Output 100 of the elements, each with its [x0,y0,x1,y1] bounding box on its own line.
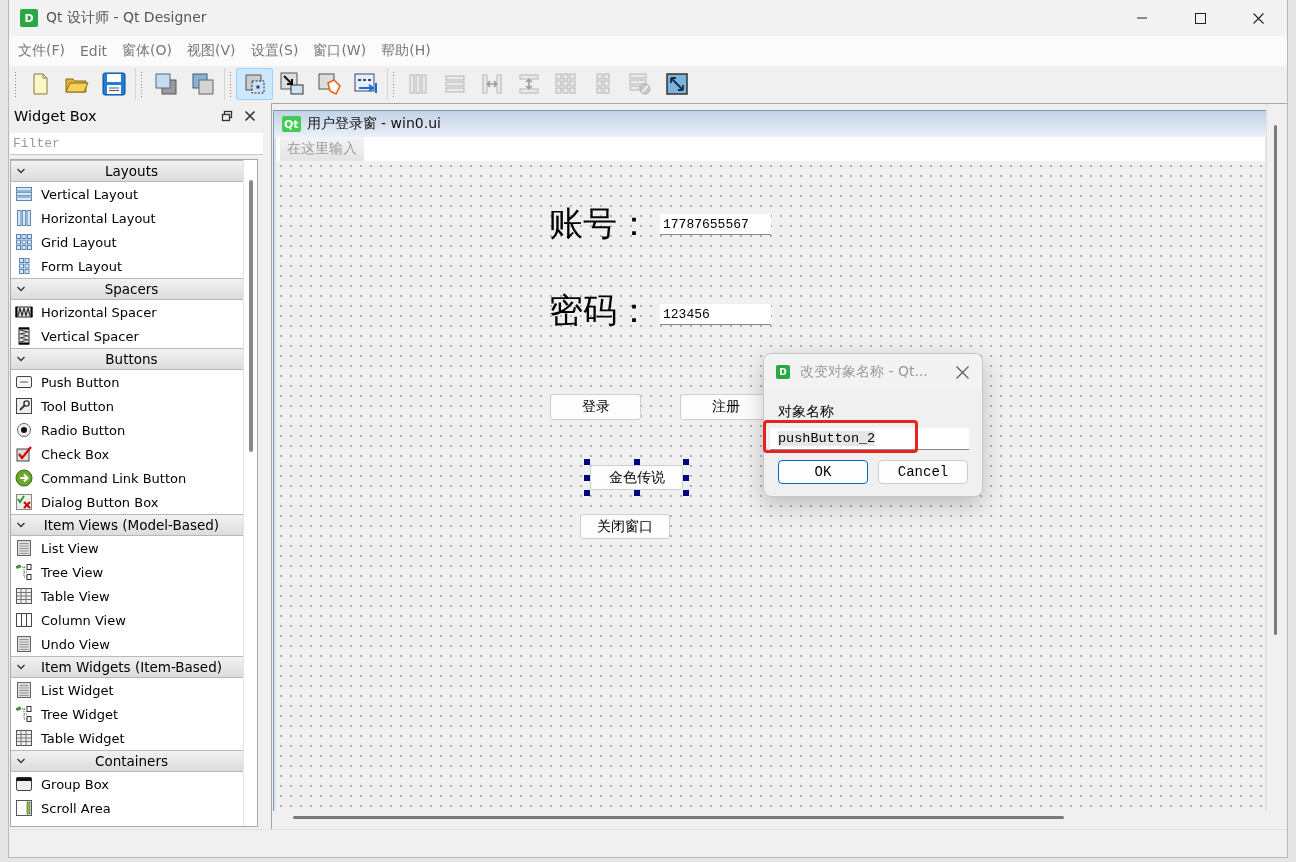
menu-item[interactable]: 文件(F) [11,39,72,63]
widget-list-item[interactable]: Tree View [11,560,243,584]
category-header[interactable]: Item Views (Model-Based) [11,514,243,536]
arrow-circle-icon [15,469,33,487]
overlapping-squares-icon [189,71,216,97]
selection-handle[interactable] [633,459,640,465]
field-label: 对象名称 [778,402,835,420]
menu-item[interactable]: 设置(S) [243,39,306,63]
widget-list-item[interactable]: Table Widget [11,726,243,750]
window-title: Qt 设计师 - Qt Designer [46,9,208,27]
radio-button-icon [15,421,33,439]
list-icon [15,681,33,699]
filter-field[interactable]: Filter [10,133,263,155]
app-logo: D [20,9,38,27]
vertical-spring-icon [15,327,33,345]
chevron-down-icon[interactable] [16,520,26,530]
tree-icon [15,705,33,723]
widget-list-item[interactable]: Group Box [11,772,243,796]
category-header[interactable]: Buttons [11,348,243,370]
ok-button[interactable]: OK [778,460,868,484]
close-icon[interactable] [955,365,969,379]
push-button[interactable]: 关闭窗口 [580,514,670,539]
widget-list-item[interactable]: Command Link Button [11,466,243,490]
list-icon [15,635,33,653]
push-button[interactable]: 金色传说 [590,465,683,490]
widget-list-item[interactable]: Tool Button [11,394,243,418]
scrollbar-thumb[interactable] [1274,125,1277,635]
toolbar-handle[interactable] [229,71,232,97]
columns-icon [15,209,33,227]
widget-list-item[interactable]: Radio Button [11,418,243,442]
widget-list-item[interactable]: Grid Layout [11,230,243,254]
selection-handle[interactable] [584,474,590,481]
chevron-down-icon[interactable] [16,284,26,294]
form-window-title: 用户登录窗 - win0.ui [306,115,441,133]
spring-icon [15,303,33,321]
toolbar-handle[interactable] [140,71,143,97]
scroll-area-icon [15,799,33,817]
grid-icon [15,233,33,251]
toolbar-handle[interactable] [14,71,17,97]
scrollbar-thumb[interactable] [293,816,1064,819]
widget-list-item[interactable]: Scroll Area [11,796,243,820]
line-edit-field[interactable]: 17787655567 [660,214,771,235]
menu-item[interactable]: 视图(V) [180,39,243,63]
group-box-icon [15,775,33,793]
menu-item[interactable]: Edit [73,40,115,62]
object-name-field[interactable]: pushButton_2 [770,428,969,450]
category-header[interactable]: Containers [11,750,243,772]
widget-list-item[interactable]: Vertical Layout [11,182,243,206]
menu-item[interactable]: 窗体(O) [115,39,180,63]
category-header[interactable]: Layouts [11,160,243,182]
widget-list-item[interactable]: Push Button [11,370,243,394]
selection-handle[interactable] [683,474,689,481]
widget-list-item[interactable]: List Widget [11,678,243,702]
rows-with-circle-icon [626,71,653,97]
panel-title: Widget Box [14,108,98,124]
form-label: 密码： [549,289,652,332]
form-label: 账号： [549,202,652,245]
line-edit-field[interactable]: 123456 [660,304,771,325]
selection-handle[interactable] [683,459,689,465]
chevron-down-icon[interactable] [16,662,26,672]
cancel-button[interactable]: Cancel [878,460,968,484]
selection-handle[interactable] [584,490,590,496]
category-header[interactable]: Item Widgets (Item-Based) [11,656,243,678]
push-button[interactable]: 登录 [550,394,641,420]
widget-list-item[interactable]: Undo View [11,632,243,656]
checkbox-icon [15,445,33,463]
widget-list-item[interactable]: Dialog Button Box [11,490,243,514]
widget-list-item[interactable]: Table View [11,584,243,608]
check-and-cross-icon [15,493,33,511]
grid-icon [552,71,579,97]
widget-list-item[interactable]: Tree Widget [11,702,243,726]
category-header[interactable]: Spacers [11,278,243,300]
scrollbar-thumb[interactable] [249,180,253,452]
widget-list-item[interactable]: Check Box [11,442,243,466]
widget-list-item[interactable]: Horizontal Spacer [11,300,243,324]
table-icon [15,729,33,747]
selection-handle[interactable] [683,490,689,496]
close-icon[interactable] [1252,12,1264,24]
menu-item[interactable]: 帮助(H) [374,39,438,63]
selection-handle[interactable] [633,490,640,496]
widget-list-item[interactable]: Column View [11,608,243,632]
maximize-icon[interactable] [1194,12,1206,24]
close-icon[interactable] [244,110,256,122]
table-icon [15,587,33,605]
stacked-rows-icon [15,185,33,203]
widget-list-item[interactable]: List View [11,536,243,560]
menu-item[interactable]: 窗口(W) [306,39,374,63]
overlapping-squares-icon [152,71,179,97]
widget-list-item[interactable]: Form Layout [11,254,243,278]
button-icon [15,373,33,391]
chevron-down-icon[interactable] [16,354,26,364]
widget-list-item[interactable]: Horizontal Layout [11,206,243,230]
widget-list-item[interactable]: Vertical Spacer [11,324,243,348]
toolbar-handle[interactable] [392,71,395,97]
qt-logo: Qt [282,116,301,132]
dialog-title: 改变对象名称 - Qt... [800,363,929,381]
selection-handle[interactable] [584,459,590,465]
chevron-down-icon[interactable] [16,166,26,176]
chevron-down-icon[interactable] [16,756,26,766]
undock-icon[interactable] [221,110,233,122]
